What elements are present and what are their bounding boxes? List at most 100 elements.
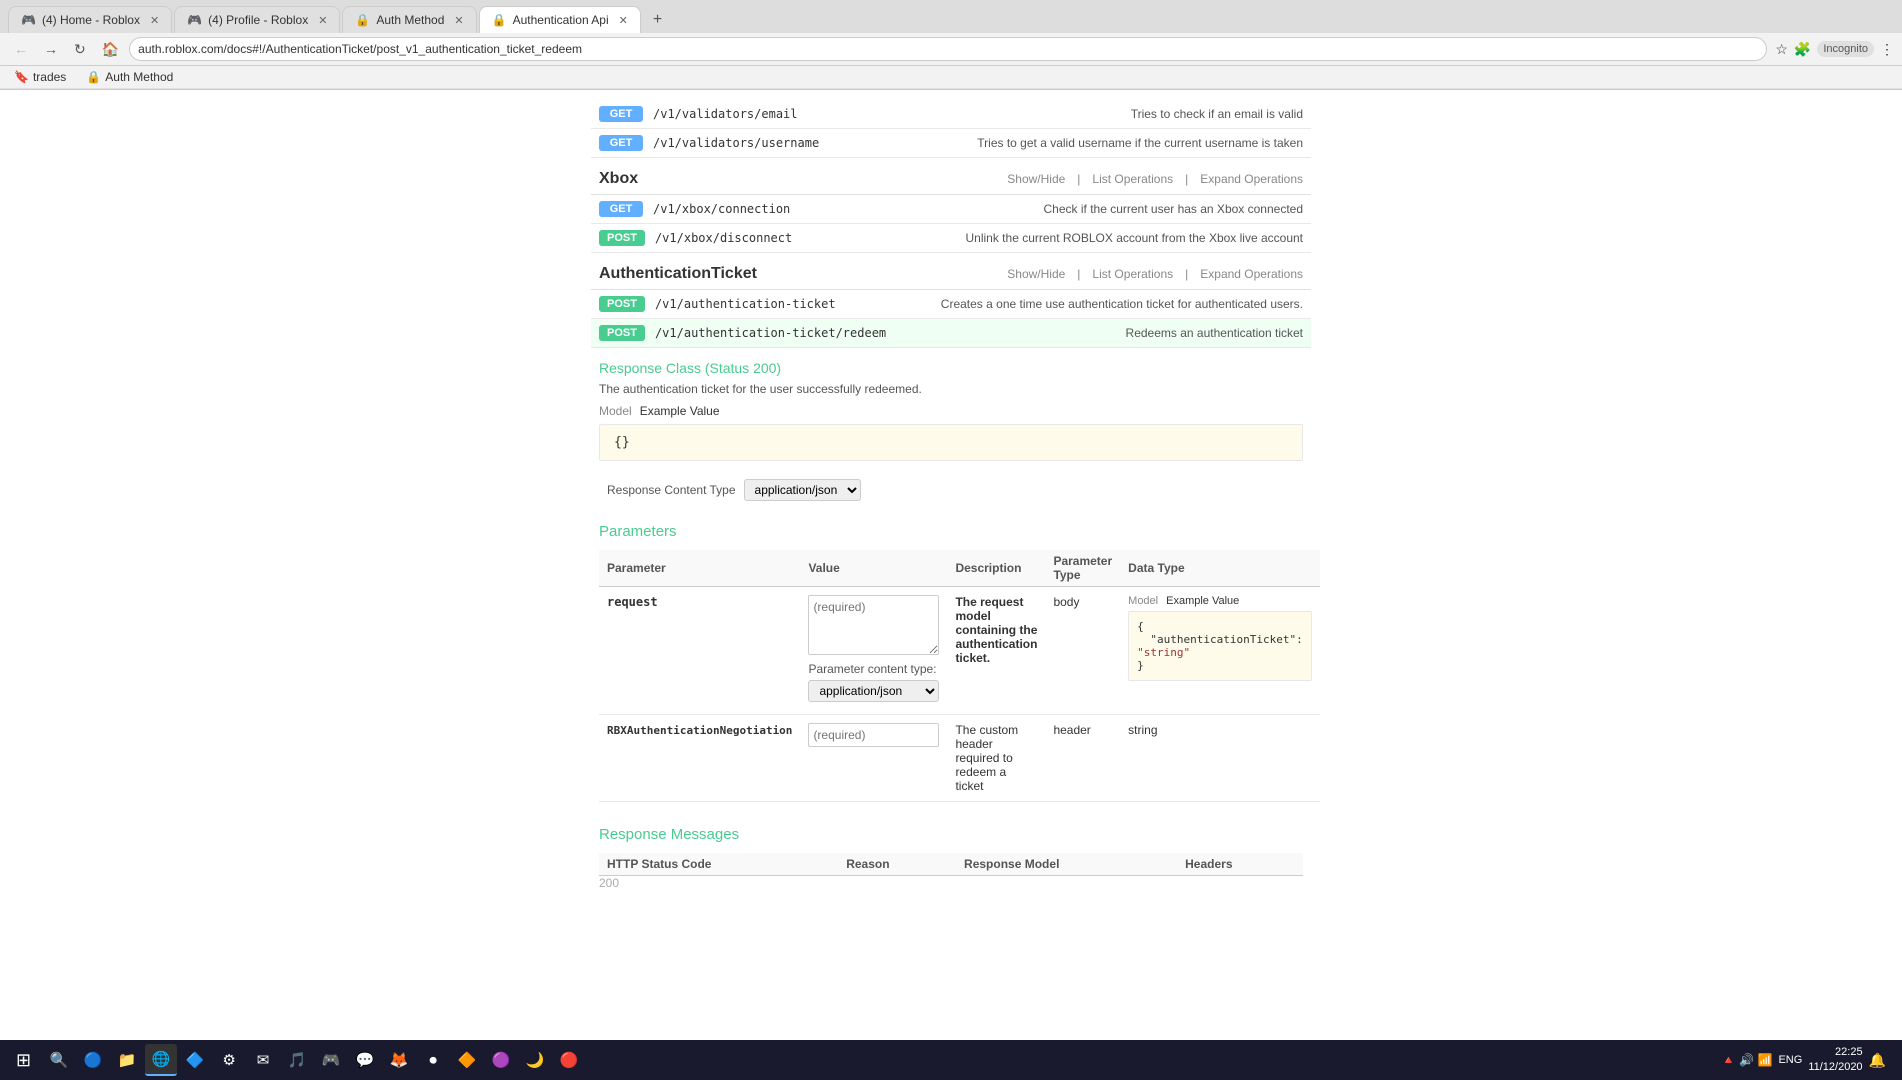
param-name-request: request <box>607 595 658 609</box>
taskbar-firefox[interactable]: 🦊 <box>383 1044 415 1076</box>
taskbar-mail[interactable]: ✉ <box>247 1044 279 1076</box>
bookmark-trades-label: trades <box>33 70 66 84</box>
taskbar-obs[interactable]: ⏺ <box>417 1044 449 1076</box>
endpoint-validators-username[interactable]: GET /v1/validators/username Tries to get… <box>591 129 1311 158</box>
menu-button[interactable]: ⋮ <box>1880 41 1894 58</box>
endpoint-desc-email: Tries to check if an email is valid <box>1103 107 1303 121</box>
language-indicator: ENG <box>1778 1054 1802 1066</box>
param-row-request: request Parameter content type: applicat… <box>599 587 1320 715</box>
param-value-rbx-auth[interactable] <box>808 723 939 747</box>
endpoint-auth-ticket-redeem[interactable]: POST /v1/authentication-ticket/redeem Re… <box>591 319 1311 348</box>
endpoint-path-username: /v1/validators/username <box>653 136 967 150</box>
xbox-list-operations[interactable]: List Operations <box>1092 172 1173 186</box>
tab-home-close[interactable]: ✕ <box>150 14 159 27</box>
start-button[interactable]: ⊞ <box>8 1046 39 1075</box>
taskbar-system: 🔺 🔊 📶 ENG 22:25 11/12/2020 🔔 <box>1721 1045 1894 1076</box>
address-bar[interactable] <box>129 37 1767 61</box>
taskbar-app14[interactable]: 🟣 <box>485 1044 517 1076</box>
param-row-rbx-auth: RBXAuthenticationNegotiation The custom … <box>599 715 1320 802</box>
content-type-select[interactable]: application/json application/xml <box>744 479 861 501</box>
model-tab-label: Model <box>599 404 632 418</box>
col-response-model: Response Model <box>956 853 1177 876</box>
tab-profile-close[interactable]: ✕ <box>318 14 327 27</box>
col-data-type: Data Type <box>1120 550 1320 587</box>
bookmark-trades[interactable]: 🔖 trades <box>8 68 72 86</box>
taskbar-search[interactable]: 🔍 <box>43 1044 75 1076</box>
param-content-type-label-request: Parameter content type: application/json <box>808 658 939 706</box>
taskbar-app16[interactable]: 🔴 <box>553 1044 585 1076</box>
data-type-rbx-auth: string <box>1128 723 1157 737</box>
response-headers-cell <box>1177 876 1303 891</box>
endpoint-desc-xbox-connection: Check if the current user has an Xbox co… <box>1044 202 1303 216</box>
bookmark-trades-icon: 🔖 <box>14 70 29 84</box>
col-parameter: Parameter <box>599 550 800 587</box>
auth-ticket-expand-operations[interactable]: Expand Operations <box>1200 267 1303 281</box>
tab-profile[interactable]: 🎮 (4) Profile - Roblox ✕ <box>174 6 340 33</box>
taskbar-spotify[interactable]: 🎵 <box>281 1044 313 1076</box>
xbox-show-hide[interactable]: Show/Hide <box>1007 172 1065 186</box>
home-button[interactable]: 🏠 <box>96 38 125 61</box>
auth-ticket-section-controls: Show/Hide | List Operations | Expand Ope… <box>1007 267 1303 281</box>
taskbar-edge[interactable]: 🔷 <box>179 1044 211 1076</box>
api-container: GET /v1/validators/email Tries to check … <box>571 90 1331 968</box>
back-button[interactable]: ← <box>8 38 34 60</box>
example-value-tab-request[interactable]: Example Value <box>1166 595 1239 607</box>
forward-button[interactable]: → <box>38 38 64 60</box>
tab-profile-favicon: 🎮 <box>187 13 202 27</box>
response-message-row: 200 <box>599 876 1303 891</box>
endpoint-xbox-disconnect[interactable]: POST /v1/xbox/disconnect Unlink the curr… <box>591 224 1311 253</box>
taskbar-cortana[interactable]: 🔵 <box>77 1044 109 1076</box>
taskbar-file-explorer[interactable]: 📁 <box>111 1044 143 1076</box>
tab-profile-label: (4) Profile - Roblox <box>208 13 308 27</box>
taskbar-pinned: 🔍 🔵 📁 🌐 🔷 ⚙ ✉ 🎵 🎮 💬 🦊 ⏺ 🔶 🟣 🌙 🔴 <box>43 1044 585 1076</box>
col-description: Description <box>947 550 1045 587</box>
response-json-box: {} <box>599 424 1303 461</box>
taskbar-steam[interactable]: 🎮 <box>315 1044 347 1076</box>
response-messages-title: Response Messages <box>599 826 1303 843</box>
tab-home-label: (4) Home - Roblox <box>42 13 140 27</box>
taskbar-app15[interactable]: 🌙 <box>519 1044 551 1076</box>
col-http-status: HTTP Status Code <box>599 853 838 876</box>
tab-auth-method[interactable]: 🔒 Auth Method ✕ <box>342 6 476 33</box>
tab-home[interactable]: 🎮 (4) Home - Roblox ✕ <box>8 6 172 33</box>
param-value-request[interactable] <box>808 595 939 655</box>
auth-ticket-show-hide[interactable]: Show/Hide <box>1007 267 1065 281</box>
response-class-title: Response Class (Status 200) <box>599 360 1303 376</box>
new-tab-button[interactable]: + <box>643 7 672 33</box>
endpoint-xbox-connection[interactable]: GET /v1/xbox/connection Check if the cur… <box>591 195 1311 224</box>
model-tab-request[interactable]: Model <box>1128 595 1158 607</box>
tab-auth-api[interactable]: 🔒 Authentication Api ✕ <box>479 6 641 33</box>
bookmark-auth-method-label: Auth Method <box>105 70 173 84</box>
response-status-code: 200 <box>599 876 838 891</box>
endpoint-path-auth-ticket-redeem: /v1/authentication-ticket/redeem <box>655 326 1093 340</box>
notification-icon[interactable]: 🔔 <box>1869 1052 1886 1069</box>
taskbar-chrome[interactable]: 🌐 <box>145 1044 177 1076</box>
endpoint-auth-ticket-post[interactable]: POST /v1/authentication-ticket Creates a… <box>591 290 1311 319</box>
param-type-request: body <box>1053 595 1079 609</box>
tab-auth-api-label: Authentication Api <box>513 13 609 27</box>
taskbar-blender[interactable]: 🔶 <box>451 1044 483 1076</box>
method-badge-post-auth-ticket-redeem: POST <box>599 325 645 341</box>
tab-auth-api-close[interactable]: ✕ <box>619 14 628 27</box>
reload-button[interactable]: ↻ <box>68 38 92 61</box>
endpoint-desc-auth-ticket-redeem: Redeems an authentication ticket <box>1103 326 1303 340</box>
taskbar-date-display: 11/12/2020 <box>1808 1060 1862 1075</box>
nav-bar: ← → ↻ 🏠 ☆ 🧩 Incognito ⋮ <box>0 33 1902 66</box>
bookmark-auth-method[interactable]: 🔒 Auth Method <box>80 68 179 86</box>
param-content-type-select-request[interactable]: application/json <box>808 680 939 702</box>
xbox-expand-operations[interactable]: Expand Operations <box>1200 172 1303 186</box>
taskbar-settings[interactable]: ⚙ <box>213 1044 245 1076</box>
bookmarks-bar: 🔖 trades 🔒 Auth Method <box>0 66 1902 89</box>
taskbar-clock[interactable]: 22:25 11/12/2020 <box>1808 1045 1862 1076</box>
response-messages-section: Response Messages HTTP Status Code Reaso… <box>591 818 1311 898</box>
auth-ticket-list-operations[interactable]: List Operations <box>1092 267 1173 281</box>
response-reason <box>838 876 956 891</box>
method-badge-get-email: GET <box>599 106 643 122</box>
incognito-label: Incognito <box>1817 41 1874 57</box>
tab-auth-method-close[interactable]: ✕ <box>454 14 463 27</box>
star-icon[interactable]: ☆ <box>1775 41 1788 58</box>
endpoint-validators-email[interactable]: GET /v1/validators/email Tries to check … <box>591 100 1311 129</box>
taskbar-discord[interactable]: 💬 <box>349 1044 381 1076</box>
example-value-tab[interactable]: Example Value <box>640 404 720 418</box>
extension-icon[interactable]: 🧩 <box>1794 41 1811 58</box>
